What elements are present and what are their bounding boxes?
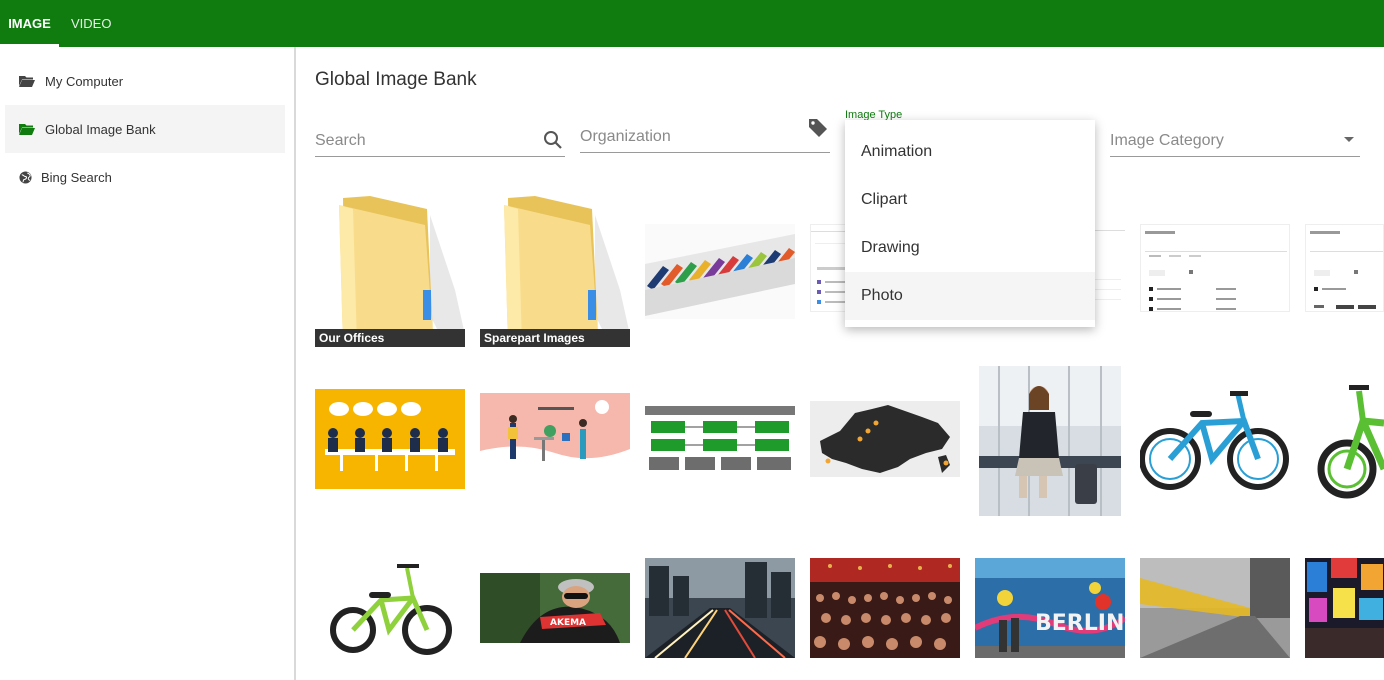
gallery-image-screenshot[interactable] (1305, 224, 1384, 312)
gallery-image-screenshot[interactable] (1140, 224, 1290, 312)
gallery-image-photo[interactable] (979, 366, 1121, 516)
gallery-folder[interactable]: Sparepart Images (480, 195, 630, 347)
sidebar-item-my-computer[interactable]: My Computer (5, 57, 285, 105)
folder-icon (339, 196, 465, 345)
search-input[interactable] (315, 132, 528, 150)
gallery-image-photo[interactable] (1140, 381, 1290, 501)
auditorium-photo (810, 558, 960, 658)
folder-caption: Our Offices (315, 329, 465, 347)
svg-text:AKEMA: AKEMA (550, 618, 586, 628)
gallery-image-photo[interactable] (315, 552, 465, 662)
option-drawing[interactable]: Drawing (845, 224, 1095, 272)
berlin-wall-photo: BERLIN (975, 558, 1125, 658)
sidebar-item-label: Global Image Bank (45, 121, 156, 137)
image-category-select[interactable]: Image Category (1110, 117, 1360, 157)
tab-image[interactable]: IMAGE (0, 0, 59, 47)
process-diagram (645, 406, 795, 470)
tag-icon (809, 119, 827, 137)
gallery-folder[interactable]: Our Offices (315, 195, 465, 347)
times-square-photo (1305, 558, 1384, 658)
top-app-bar: IMAGE VIDEO (0, 0, 1384, 47)
motion-blur-street-photo (1140, 558, 1290, 658)
svg-text:BERLIN: BERLIN (1035, 611, 1124, 636)
green-bicycle-photo (1317, 385, 1384, 499)
sidebar: My Computer Global Image Bank Bing Searc… (0, 47, 296, 680)
books-image (645, 224, 795, 319)
tab-video[interactable]: VIDEO (71, 0, 111, 47)
gallery-image-photo[interactable] (1305, 381, 1384, 501)
meeting-illustration (315, 389, 465, 489)
image-category-placeholder: Image Category (1110, 132, 1224, 149)
cyclist-photo: AKEMA (480, 573, 630, 643)
gallery-image-photo[interactable] (810, 558, 960, 658)
blue-bicycle-photo (1140, 391, 1289, 490)
folder-open-icon (19, 76, 35, 87)
gallery-image-books[interactable] (645, 224, 795, 319)
gallery-image-photo[interactable] (645, 558, 795, 658)
office-illustration (480, 393, 630, 473)
chevron-down-icon[interactable] (1344, 137, 1354, 142)
option-animation[interactable]: Animation (845, 128, 1095, 176)
gallery-image-diagram[interactable] (645, 406, 795, 472)
site-directory-thumbnail (1145, 231, 1287, 311)
sidebar-item-label: My Computer (45, 73, 124, 89)
folder-caption: Sparepart Images (480, 329, 630, 347)
folder-icon (504, 196, 630, 345)
sidebar-item-bing-search[interactable]: Bing Search (5, 153, 285, 201)
main-content: Global Image Bank Image Type Image Categ… (297, 47, 1384, 680)
europe-map (810, 401, 960, 477)
option-photo[interactable]: Photo (845, 272, 1095, 320)
sidebar-item-label: Bing Search (41, 169, 112, 185)
city-night-photo (645, 558, 795, 658)
gallery-image-photo[interactable] (1305, 558, 1384, 658)
gallery-image-illustration[interactable] (480, 393, 630, 473)
gallery-image-photo[interactable]: BERLIN (975, 558, 1125, 658)
option-clipart[interactable]: Clipart (845, 176, 1095, 224)
bmx-bike-photo (330, 564, 452, 655)
sidebar-item-global-image-bank[interactable]: Global Image Bank (5, 105, 285, 153)
gallery-image-map[interactable] (810, 401, 960, 477)
globe-icon (19, 170, 32, 184)
site-directory-thumbnail (1310, 231, 1383, 309)
search-icon[interactable] (543, 130, 563, 150)
gallery-image-illustration[interactable] (315, 389, 465, 489)
businesswoman-photo (979, 366, 1121, 516)
page-title: Global Image Bank (315, 69, 477, 90)
organization-input[interactable] (580, 128, 793, 146)
image-type-dropdown: Animation Clipart Drawing Photo (845, 120, 1095, 327)
gallery-image-photo[interactable] (1140, 558, 1290, 658)
gallery-image-photo[interactable]: AKEMA (480, 573, 630, 643)
folder-open-icon (19, 124, 35, 135)
organization-field[interactable] (580, 113, 830, 153)
search-field[interactable] (315, 117, 565, 157)
